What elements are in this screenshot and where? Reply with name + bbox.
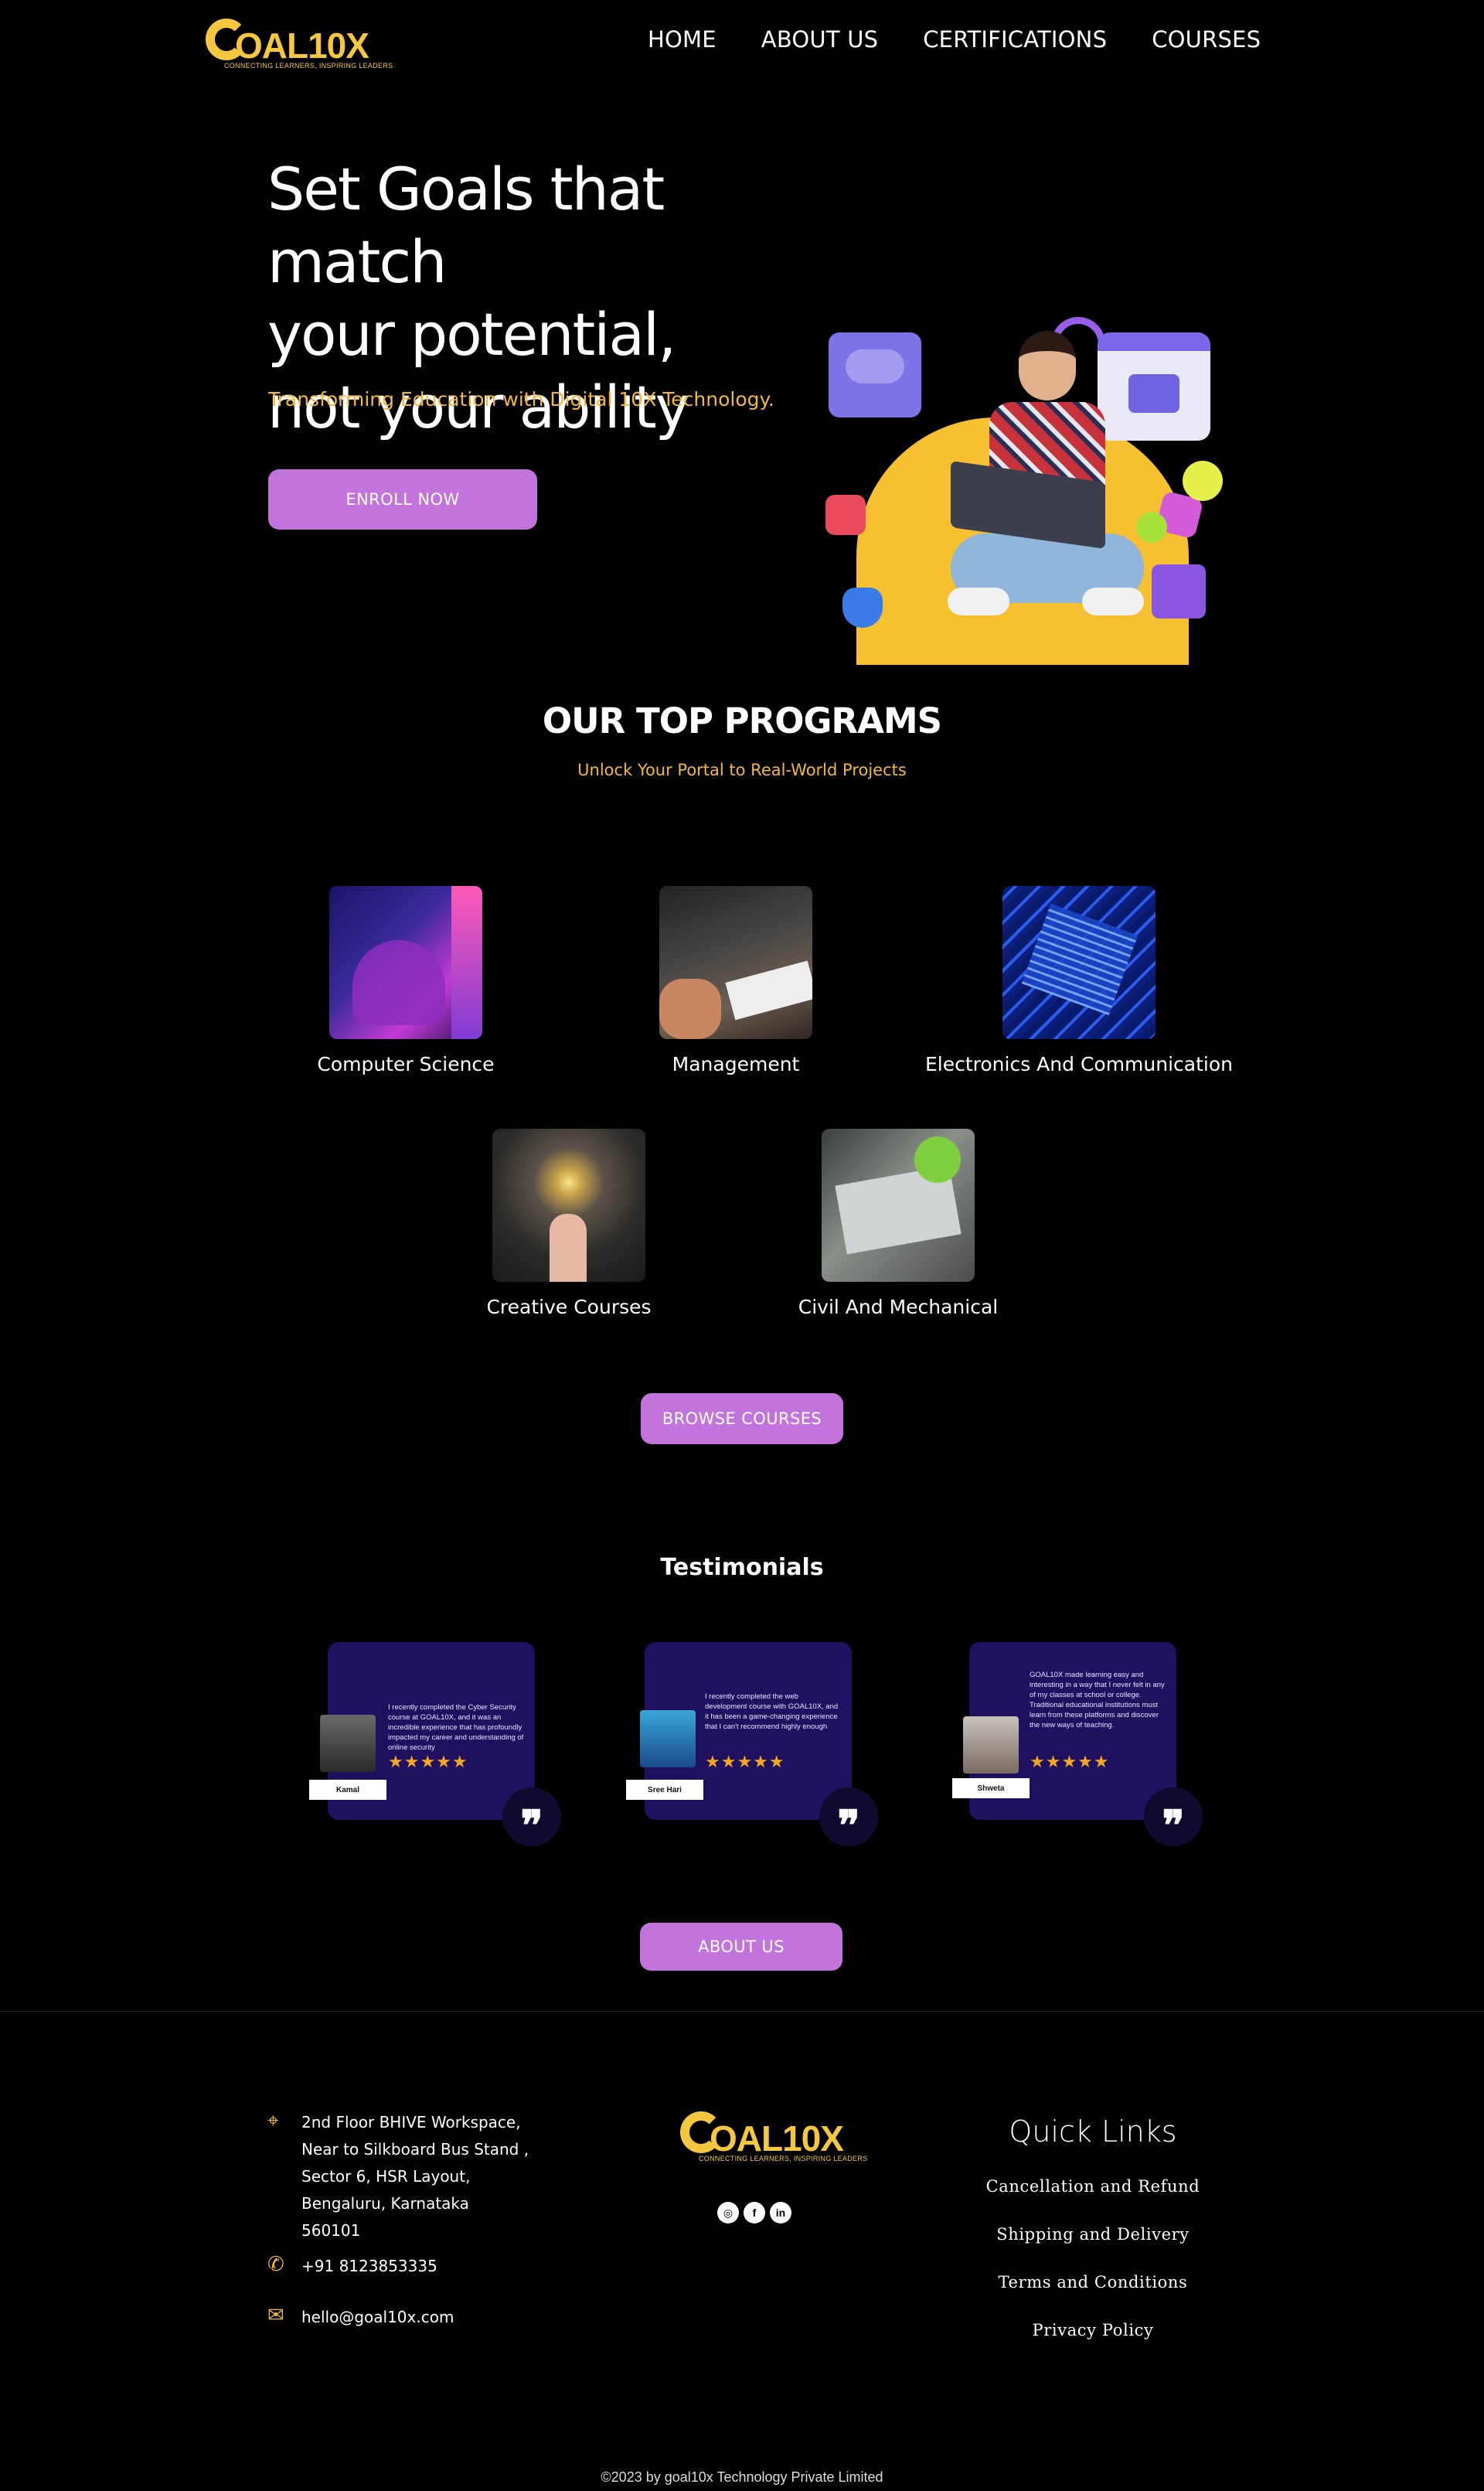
nav-courses[interactable]: COURSES [1152, 26, 1261, 53]
gear-icon [1136, 512, 1167, 543]
avatar [320, 1715, 376, 1772]
logo-tagline: CONNECTING LEARNERS, INSPIRING LEADERS [699, 2155, 868, 2162]
hero-title-line-2: your potential, [267, 300, 676, 369]
program-label: Creative Courses [486, 1296, 652, 1318]
linkedin-icon[interactable]: in [770, 2202, 791, 2223]
address-text: 2nd Floor BHIVE Workspace, Near to Silkb… [301, 2109, 529, 2244]
social-links: ◎ f in [717, 2202, 791, 2223]
programs-title: OUR TOP PROGRAMS [542, 700, 942, 741]
cloud-server-icon [829, 332, 921, 417]
instagram-icon[interactable]: ◎ [717, 2202, 739, 2223]
address-line: 560101 [301, 2221, 361, 2240]
testimonial-card: Shweta GOAL10X made learning easy and in… [952, 1642, 1203, 1850]
management-image [659, 886, 812, 1039]
shield-icon [842, 588, 883, 628]
quick-links-title: Quick Links [1009, 2114, 1177, 2149]
address-line: 2nd Floor BHIVE Workspace, [301, 2113, 521, 2131]
program-label: Computer Science [317, 1053, 495, 1075]
link-privacy-policy[interactable]: Privacy Policy [938, 2321, 1247, 2339]
link-terms-conditions[interactable]: Terms and Conditions [938, 2273, 1247, 2292]
email-address[interactable]: hello@goal10x.com [301, 2304, 454, 2331]
footer-email[interactable]: ✉ hello@goal10x.com [267, 2304, 454, 2331]
logo-wordmark: OAL10X [710, 2118, 844, 2159]
phone-icon: ✆ [267, 2252, 284, 2275]
about-us-button[interactable]: ABOUT US [640, 1923, 842, 1971]
facebook-icon[interactable]: f [744, 2202, 765, 2223]
rating-stars-icon: ★★★★★ [705, 1752, 785, 1771]
link-shipping-delivery[interactable]: Shipping and Delivery [938, 2225, 1247, 2244]
testimonial-card: Kamal I recently completed the Cyber Sec… [309, 1642, 561, 1850]
goal10x-logo[interactable]: OAL10X CONNECTING LEARNERS, INSPIRING LE… [206, 14, 393, 73]
lightbulb-icon [1183, 461, 1223, 501]
chip-icon [1152, 564, 1206, 618]
electronics-image [1002, 886, 1156, 1039]
address-line: Near to Silkboard Bus Stand , [301, 2140, 529, 2159]
footer-address: ⌖ 2nd Floor BHIVE Workspace, Near to Sil… [267, 2109, 529, 2244]
nav-certifications[interactable]: CERTIFICATIONS [923, 26, 1107, 53]
testimonial-text: I recently completed the Cyber Security … [388, 1703, 524, 1752]
program-management[interactable]: Management [574, 886, 898, 1075]
footer-divider [0, 2011, 1484, 2012]
mail-icon: ✉ [267, 2303, 284, 2326]
testimonial-name: Sree Hari [626, 1780, 703, 1800]
creative-courses-image [492, 1129, 645, 1282]
program-computer-science[interactable]: Computer Science [243, 886, 568, 1075]
hero-subtitle: Transforming Education with Digital 10X … [268, 388, 774, 411]
enroll-now-button[interactable]: ENROLL NOW [268, 469, 537, 530]
quote-icon: ❞ [502, 1787, 561, 1850]
programs-subtitle: Unlock Your Portal to Real-World Project… [577, 761, 907, 779]
nav-about-us[interactable]: ABOUT US [761, 26, 878, 53]
computer-science-image [329, 886, 482, 1039]
testimonial-text: GOAL10X made learning easy and interesti… [1030, 1671, 1165, 1729]
site-header: OAL10X CONNECTING LEARNERS, INSPIRING LE… [0, 0, 1484, 85]
copyright-text: ©2023 by goal10x Technology Private Limi… [601, 2469, 883, 2485]
footer-phone[interactable]: ✆ +91 8123853335 [267, 2253, 437, 2280]
testimonial-text: I recently completed the web development… [705, 1692, 839, 1731]
program-label: Civil And Mechanical [798, 1296, 999, 1318]
avatar [963, 1716, 1019, 1774]
address-line: Sector 6, HSR Layout, [301, 2167, 471, 2186]
address-line: Bengaluru, Karnataka [301, 2194, 469, 2213]
testimonial-name: Shweta [952, 1778, 1030, 1798]
student-with-laptop-figure [948, 325, 1144, 649]
program-civil-mechanical[interactable]: Civil And Mechanical [736, 1129, 1060, 1318]
hero-illustration [819, 309, 1237, 665]
logo-tagline: CONNECTING LEARNERS, INSPIRING LEADERS [224, 62, 393, 70]
nav-home[interactable]: HOME [648, 26, 716, 53]
quote-icon: ❞ [1144, 1787, 1203, 1850]
youtube-icon [825, 495, 866, 535]
phone-number[interactable]: +91 8123853335 [301, 2253, 437, 2280]
footer-logo[interactable]: OAL10X CONNECTING LEARNERS, INSPIRING LE… [680, 2107, 867, 2166]
testimonials-title: Testimonials [660, 1554, 824, 1581]
testimonial-card: Sree Hari I recently completed the web d… [626, 1642, 878, 1850]
main-nav: HOME ABOUT US CERTIFICATIONS COURSES [648, 26, 1261, 53]
quote-icon: ❞ [819, 1787, 878, 1850]
browse-courses-button[interactable]: BROWSE COURSES [641, 1393, 843, 1444]
location-pin-icon: ⌖ [267, 2108, 279, 2131]
logo-wordmark: OAL10X [235, 26, 369, 66]
link-cancellation-refund[interactable]: Cancellation and Refund [938, 2177, 1247, 2196]
program-label: Management [672, 1053, 800, 1075]
rating-stars-icon: ★★★★★ [1030, 1752, 1110, 1771]
testimonial-name: Kamal [309, 1780, 386, 1800]
program-electronics[interactable]: Electronics And Communication [917, 886, 1241, 1075]
rating-stars-icon: ★★★★★ [388, 1752, 468, 1771]
avatar [640, 1710, 696, 1767]
hero-title-line-1: Set Goals that match [267, 155, 665, 296]
program-creative-courses[interactable]: Creative Courses [407, 1129, 731, 1318]
program-label: Electronics And Communication [924, 1053, 1233, 1075]
civil-mechanical-image [822, 1129, 975, 1282]
